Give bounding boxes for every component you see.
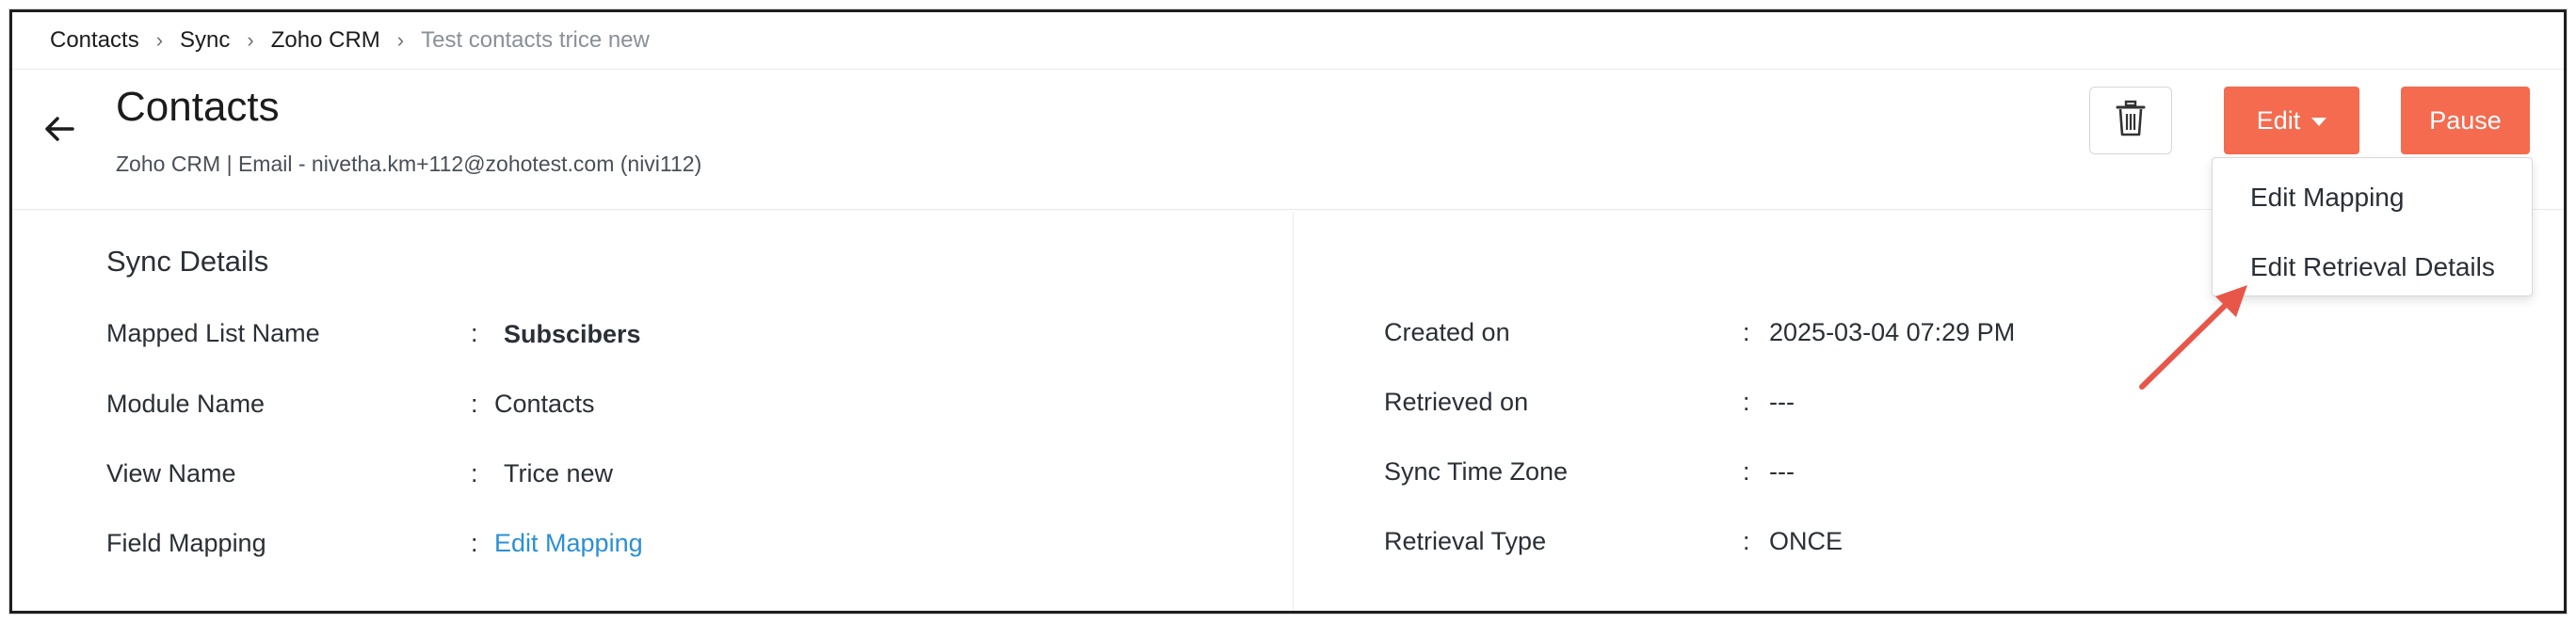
label-module-name: Module Name bbox=[106, 390, 266, 418]
value-module-name: Contacts bbox=[494, 390, 595, 418]
colon: : bbox=[471, 529, 478, 557]
breadcrumb-contacts[interactable]: Contacts bbox=[50, 27, 139, 54]
value-sync-time-zone: --- bbox=[1769, 457, 1795, 486]
annotation-arrow-icon bbox=[2139, 285, 2247, 390]
value-mapped-list-name: Subscibers bbox=[504, 320, 641, 348]
chevron-right-icon: › bbox=[396, 28, 405, 52]
colon: : bbox=[471, 390, 478, 418]
breadcrumb-zoho-crm[interactable]: Zoho CRM bbox=[271, 27, 380, 54]
breadcrumb-sync[interactable]: Sync bbox=[180, 27, 230, 54]
label-view-name: View Name bbox=[106, 459, 236, 487]
delete-button[interactable] bbox=[2089, 87, 2172, 154]
colon: : bbox=[471, 459, 478, 487]
trash-icon bbox=[2115, 100, 2147, 142]
caret-down-icon bbox=[2311, 118, 2327, 126]
edit-mapping-link[interactable]: Edit Mapping bbox=[494, 529, 643, 558]
colon: : bbox=[1743, 527, 1750, 555]
edit-button[interactable]: Edit bbox=[2224, 87, 2359, 154]
label-field-mapping: Field Mapping bbox=[106, 529, 266, 557]
label-sync-time-zone: Sync Time Zone bbox=[1384, 457, 1569, 486]
colon: : bbox=[1743, 318, 1750, 346]
edit-button-label: Edit bbox=[2256, 105, 2301, 135]
app-frame: Contacts › Sync › Zoho CRM › Test contac… bbox=[9, 9, 2567, 614]
page-header: Contacts Zoho CRM | Email - nivetha.km+1… bbox=[12, 71, 2564, 210]
section-divider bbox=[1293, 212, 1294, 611]
breadcrumb-current: Test contacts trice new bbox=[421, 27, 650, 53]
colon: : bbox=[1743, 457, 1750, 486]
page-title: Contacts bbox=[116, 84, 280, 130]
chevron-right-icon: › bbox=[247, 28, 254, 52]
menu-item-edit-mapping[interactable]: Edit Mapping bbox=[2250, 183, 2404, 213]
label-retrieval-type: Retrieval Type bbox=[1384, 527, 1547, 555]
colon: : bbox=[471, 319, 478, 347]
label-created-on: Created on bbox=[1384, 318, 1510, 346]
arrow-left-icon[interactable] bbox=[40, 110, 78, 148]
page-subtitle: Zoho CRM | Email - nivetha.km+112@zohote… bbox=[116, 152, 702, 176]
label-retrieved-on: Retrieved on bbox=[1384, 388, 1529, 416]
value-retrieval-type: ONCE bbox=[1769, 527, 1843, 555]
chevron-right-icon: › bbox=[155, 28, 164, 52]
section-title: Sync Details bbox=[106, 245, 269, 278]
breadcrumb: Contacts › Sync › Zoho CRM › Test contac… bbox=[12, 12, 2564, 70]
pause-button[interactable]: Pause bbox=[2401, 87, 2530, 154]
label-mapped-list-name: Mapped List Name bbox=[106, 319, 320, 347]
menu-item-edit-retrieval-details[interactable]: Edit Retrieval Details bbox=[2250, 252, 2495, 282]
value-created-on: 2025-03-04 07:29 PM bbox=[1769, 318, 2016, 346]
pause-button-label: Pause bbox=[2429, 105, 2502, 135]
colon: : bbox=[1743, 388, 1750, 416]
value-view-name: Trice new bbox=[504, 459, 614, 487]
value-retrieved-on: --- bbox=[1769, 388, 1795, 416]
